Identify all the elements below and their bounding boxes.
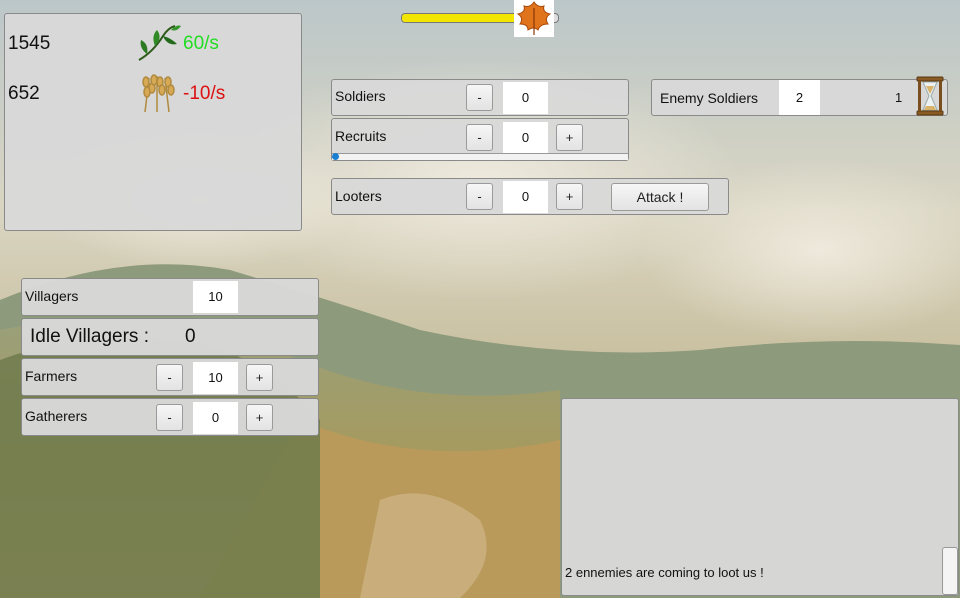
farmers-increase-button[interactable]: + <box>246 364 273 391</box>
villagers-row: Villagers 10 <box>21 278 319 316</box>
log-scrollbar[interactable] <box>942 547 958 595</box>
looters-count: 0 <box>503 181 548 213</box>
looters-label: Looters <box>335 188 382 204</box>
grain-amount: 652 <box>8 83 40 104</box>
recruits-increase-button[interactable]: + <box>556 124 583 151</box>
soldiers-label: Soldiers <box>335 88 386 104</box>
villagers-label: Villagers <box>25 288 79 304</box>
soldiers-row: Soldiers - 0 <box>331 79 629 116</box>
farmers-decrease-button[interactable]: - <box>156 364 183 391</box>
villagers-count: 10 <box>193 281 238 313</box>
food-rate: 60/s <box>183 33 219 54</box>
gatherers-label: Gatherers <box>25 408 88 424</box>
gatherers-decrease-button[interactable]: - <box>156 404 183 431</box>
recruits-row: Recruits - 0 + <box>331 118 629 161</box>
resource-panel: 1545 60/s 652 -10/s <box>4 13 302 231</box>
farmers-label: Farmers <box>25 368 78 384</box>
idle-villagers-count: 0 <box>185 326 196 347</box>
recruits-label: Recruits <box>335 128 387 144</box>
wheat-icon <box>135 72 181 114</box>
looters-row: Looters - 0 + Attack ! <box>331 178 729 215</box>
log-message: 2 ennemies are coming to loot us ! <box>565 565 764 580</box>
idle-villagers-row: Idle Villagers : 0 <box>21 318 319 356</box>
idle-villagers-label: Idle Villagers : <box>30 326 149 347</box>
looters-decrease-button[interactable]: - <box>466 183 493 210</box>
plant-sprout-icon <box>135 22 181 64</box>
message-log[interactable]: 2 ennemies are coming to loot us ! <box>561 398 959 596</box>
food-amount: 1545 <box>8 33 51 54</box>
recruits-count: 0 <box>503 122 548 154</box>
enemy-arrival-timer: 1 <box>895 90 903 105</box>
autumn-leaf-icon <box>514 0 554 37</box>
enemy-soldiers-label: Enemy Soldiers <box>660 90 759 106</box>
gatherers-count: 0 <box>193 402 238 434</box>
attack-button[interactable]: Attack ! <box>611 183 709 211</box>
recruit-training-progress <box>332 153 628 160</box>
gatherers-increase-button[interactable]: + <box>246 404 273 431</box>
looters-increase-button[interactable]: + <box>556 183 583 210</box>
farmers-row: Farmers - 10 + <box>21 358 319 396</box>
enemy-soldiers-count: 2 <box>779 80 820 115</box>
farmers-count: 10 <box>193 362 238 394</box>
grain-rate: -10/s <box>183 83 226 104</box>
enemy-soldiers-row: Enemy Soldiers 2 1 <box>651 79 948 116</box>
soldiers-count: 0 <box>503 82 548 114</box>
season-progress-fill <box>402 14 524 22</box>
gatherers-row: Gatherers - 0 + <box>21 398 319 436</box>
recruit-progress-handle <box>332 153 339 160</box>
soldiers-decrease-button[interactable]: - <box>466 84 493 111</box>
recruits-decrease-button[interactable]: - <box>466 124 493 151</box>
hourglass-icon <box>914 76 946 116</box>
